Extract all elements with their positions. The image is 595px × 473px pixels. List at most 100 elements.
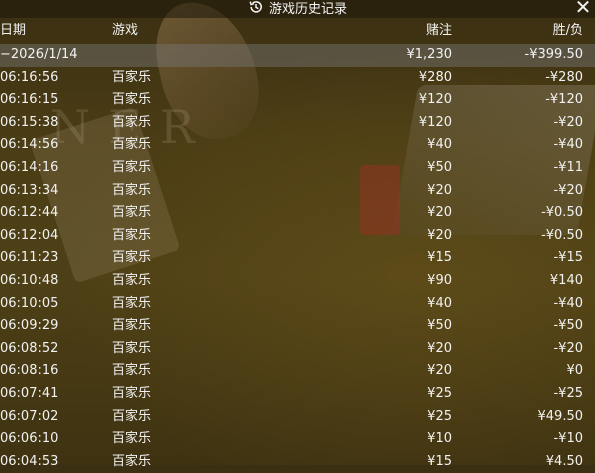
- row-game: 百家乐: [112, 340, 152, 356]
- row-time: 06:06:10: [0, 431, 59, 447]
- table-row[interactable]: 06:14:56 百家乐 ¥40 -¥40: [0, 134, 595, 157]
- table-row[interactable]: 06:08:16 百家乐 ¥20 ¥0: [0, 360, 595, 383]
- row-game: 百家乐: [112, 92, 152, 108]
- column-header-date: 日期: [0, 23, 27, 38]
- row-win-loss: -¥50: [553, 318, 583, 334]
- row-time: 06:14:16: [0, 159, 59, 175]
- row-game: 百家乐: [112, 250, 152, 266]
- row-win-loss: -¥0.50: [541, 205, 583, 221]
- row-game: 百家乐: [112, 205, 152, 221]
- row-game: 百家乐: [112, 137, 152, 153]
- row-game: 百家乐: [112, 453, 152, 469]
- row-bet: ¥25: [427, 385, 452, 401]
- table-row[interactable]: 06:11:23 百家乐 ¥15 -¥15: [0, 247, 595, 270]
- row-game: 百家乐: [112, 114, 152, 130]
- summary-win-loss-total: -¥399.50: [524, 47, 583, 62]
- row-time: 06:07:02: [0, 408, 59, 424]
- table-row[interactable]: 06:13:34 百家乐 ¥20 -¥20: [0, 180, 595, 203]
- row-time: 06:08:52: [0, 340, 59, 356]
- close-button[interactable]: ✕: [573, 0, 593, 17]
- date-summary-row[interactable]: −2026/1/14 ¥1,230 -¥399.50: [0, 44, 595, 67]
- row-bet: ¥20: [427, 363, 452, 379]
- row-win-loss: -¥20: [553, 182, 583, 198]
- table-header: 日期 游戏 赌注 胜/负: [0, 20, 595, 44]
- table-row[interactable]: 06:09:29 百家乐 ¥50 -¥50: [0, 315, 595, 338]
- row-time: 06:15:38: [0, 114, 59, 130]
- table-row[interactable]: 06:07:02 百家乐 ¥25 ¥49.50: [0, 406, 595, 429]
- row-game: 百家乐: [112, 227, 152, 243]
- row-win-loss: -¥40: [553, 295, 583, 311]
- history-table: 日期 游戏 赌注 胜/负 −2026/1/14 ¥1,230 -¥399.50 …: [0, 20, 595, 473]
- table-row[interactable]: 06:04:53 百家乐 ¥15 ¥4.50: [0, 451, 595, 473]
- table-row[interactable]: 06:12:44 百家乐 ¥20 -¥0.50: [0, 202, 595, 225]
- row-game: 百家乐: [112, 363, 152, 379]
- table-row[interactable]: 06:14:16 百家乐 ¥50 -¥11: [0, 157, 595, 180]
- row-time: 06:14:56: [0, 137, 59, 153]
- row-win-loss: -¥120: [545, 92, 583, 108]
- row-game: 百家乐: [112, 385, 152, 401]
- table-row[interactable]: 06:06:10 百家乐 ¥10 -¥10: [0, 428, 595, 451]
- row-time: 06:04:53: [0, 453, 59, 469]
- column-header-bet: 赌注: [425, 23, 452, 38]
- row-time: 06:10:48: [0, 272, 59, 288]
- row-win-loss: ¥4.50: [545, 453, 583, 469]
- table-row[interactable]: 06:12:04 百家乐 ¥20 -¥0.50: [0, 225, 595, 248]
- row-time: 06:10:05: [0, 295, 59, 311]
- row-bet: ¥40: [427, 137, 452, 153]
- row-win-loss: -¥280: [545, 69, 583, 85]
- row-bet: ¥15: [427, 453, 452, 469]
- row-game: 百家乐: [112, 272, 152, 288]
- row-bet: ¥50: [427, 318, 452, 334]
- table-row[interactable]: 06:15:38 百家乐 ¥120 -¥20: [0, 112, 595, 135]
- row-win-loss: -¥0.50: [541, 227, 583, 243]
- row-bet: ¥280: [418, 69, 452, 85]
- row-win-loss: -¥11: [553, 159, 583, 175]
- row-win-loss: -¥25: [553, 385, 583, 401]
- table-row[interactable]: 06:08:52 百家乐 ¥20 -¥20: [0, 338, 595, 361]
- row-bet: ¥20: [427, 182, 452, 198]
- row-game: 百家乐: [112, 182, 152, 198]
- row-bet: ¥50: [427, 159, 452, 175]
- window-title: 游戏历史记录: [268, 1, 347, 17]
- table-body: 06:16:56 百家乐 ¥280 -¥280 06:16:15 百家乐 ¥120 -¥120…: [0, 67, 595, 473]
- row-bet: ¥120: [418, 92, 452, 108]
- title-bar: 游戏历史记录 ✕: [0, 0, 595, 18]
- row-win-loss: -¥40: [553, 137, 583, 153]
- row-win-loss: -¥10: [553, 431, 583, 447]
- summary-date: −2026/1/14: [0, 47, 78, 62]
- table-row[interactable]: 06:10:48 百家乐 ¥90 ¥140: [0, 270, 595, 293]
- row-time: 06:16:15: [0, 92, 59, 108]
- row-win-loss: -¥20: [553, 114, 583, 130]
- row-time: 06:16:56: [0, 69, 59, 85]
- row-game: 百家乐: [112, 431, 152, 447]
- table-row[interactable]: 06:07:41 百家乐 ¥25 -¥25: [0, 383, 595, 406]
- row-time: 06:12:44: [0, 205, 59, 221]
- table-row[interactable]: 06:16:56 百家乐 ¥280 -¥280: [0, 67, 595, 90]
- row-time: 06:12:04: [0, 227, 59, 243]
- row-bet: ¥20: [427, 205, 452, 221]
- row-win-loss: ¥140: [549, 272, 583, 288]
- row-bet: ¥40: [427, 295, 452, 311]
- row-game: 百家乐: [112, 159, 152, 175]
- row-bet: ¥20: [427, 340, 452, 356]
- table-row[interactable]: 06:16:15 百家乐 ¥120 -¥120: [0, 89, 595, 112]
- row-game: 百家乐: [112, 69, 152, 85]
- row-bet: ¥10: [427, 431, 452, 447]
- row-win-loss: ¥49.50: [537, 408, 584, 424]
- row-win-loss: -¥15: [553, 250, 583, 266]
- row-game: 百家乐: [112, 318, 152, 334]
- row-bet: ¥15: [427, 250, 452, 266]
- row-game: 百家乐: [112, 408, 152, 424]
- title-group: 游戏历史记录: [248, 0, 347, 17]
- row-time: 06:08:16: [0, 363, 59, 379]
- row-game: 百家乐: [112, 295, 152, 311]
- row-time: 06:13:34: [0, 182, 59, 198]
- column-header-win-loss: 胜/负: [552, 23, 583, 38]
- row-time: 06:09:29: [0, 318, 59, 334]
- row-bet: ¥90: [427, 272, 452, 288]
- row-time: 06:07:41: [0, 385, 59, 401]
- column-header-game: 游戏: [112, 23, 139, 38]
- close-icon: ✕: [574, 0, 592, 19]
- summary-bet-total: ¥1,230: [406, 47, 453, 62]
- table-row[interactable]: 06:10:05 百家乐 ¥40 -¥40: [0, 293, 595, 316]
